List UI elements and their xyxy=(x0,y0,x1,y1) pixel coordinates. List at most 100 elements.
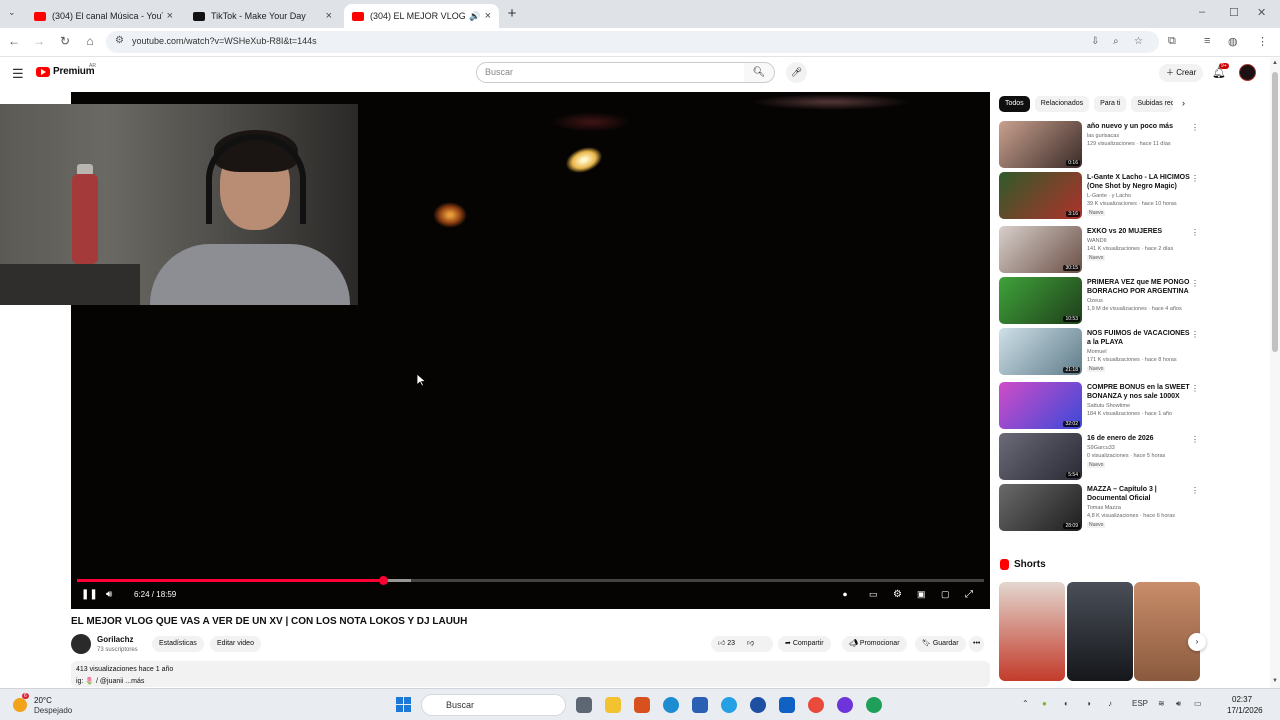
video-thumbnail[interactable]: 0:16 xyxy=(999,121,1082,168)
weather-sun-icon[interactable] xyxy=(13,698,27,712)
video-title[interactable]: año nuevo y un poco más xyxy=(1087,122,1191,131)
zoom-icon[interactable]: ⌕ xyxy=(1113,36,1119,47)
address-bar[interactable]: ⚙ youtube.com/watch?v=WSHeXub-R8I&t=144s… xyxy=(106,31,1159,53)
pause-icon[interactable]: ❚❚ xyxy=(81,589,98,600)
app-icon[interactable] xyxy=(866,697,882,713)
channel-name[interactable]: Tomas Mazza xyxy=(1087,505,1121,511)
more-options-icon[interactable]: ⋮ xyxy=(1191,435,1199,444)
tab-current-video[interactable]: (304) EL MEJOR VLOG QUE 🔊 × xyxy=(344,4,499,28)
video-title[interactable]: COMPRE BONUS en la SWEET BONANZA y nos s… xyxy=(1087,383,1191,401)
more-options-icon[interactable]: ⋮ xyxy=(1191,384,1199,393)
recommendation-item[interactable]: 30:15 EXKO vs 20 MUJERES WANDII 141 K visua… xyxy=(999,226,1204,274)
short-thumbnail[interactable] xyxy=(1067,582,1133,681)
scroll-down-icon[interactable]: ▼ xyxy=(1272,678,1278,684)
more-options-icon[interactable]: ⋮ xyxy=(1191,174,1199,183)
chip-subidas[interactable]: Subidas rec xyxy=(1131,96,1174,112)
chip-relacionados[interactable]: Relacionados xyxy=(1034,96,1090,112)
miniplayer-icon[interactable]: ▣ xyxy=(917,589,926,600)
channel-name[interactable]: Gorilachz xyxy=(97,635,133,644)
chevron-right-icon[interactable]: › xyxy=(1182,98,1185,108)
menu-icon[interactable]: ☰ xyxy=(12,66,24,82)
tab-tiktok[interactable]: TikTok - Make Your Day × xyxy=(185,4,340,28)
stats-button[interactable]: Estadísticas xyxy=(152,636,204,652)
media-control-icon[interactable]: ≡ xyxy=(1204,35,1210,47)
volume-tray-icon[interactable]: 🔊︎ xyxy=(1176,699,1181,709)
close-tab-icon[interactable]: × xyxy=(167,10,173,22)
back-icon[interactable]: ← xyxy=(6,34,22,48)
channel-name[interactable]: Momuel xyxy=(1087,349,1107,355)
task-view-icon[interactable] xyxy=(576,697,592,713)
theater-mode-icon[interactable]: ▢ xyxy=(941,589,950,600)
recommendation-item[interactable]: 0:16 año nuevo y un poco más las gurisacas… xyxy=(999,121,1204,169)
bookmark-star-icon[interactable]: ☆ xyxy=(1134,36,1143,47)
video-title[interactable]: PRIMERA VEZ que ME PONGO BORRACHO POR AR… xyxy=(1087,278,1191,296)
voice-search-button[interactable]: 🎤︎ xyxy=(786,62,807,83)
search-button[interactable]: 🔍︎ xyxy=(744,62,775,83)
save-button[interactable]: 🔖︎ Guardar xyxy=(915,636,966,652)
wifi-icon[interactable]: ≋ xyxy=(1158,699,1165,708)
video-title[interactable]: MAZZA – Capítulo 3 | Documental Oficial xyxy=(1087,485,1191,503)
channel-name[interactable]: las gurisacas xyxy=(1087,133,1119,139)
thumbs-down-icon[interactable]: 👎︎ xyxy=(747,640,754,647)
scroll-up-icon[interactable]: ▲ xyxy=(1272,60,1278,66)
forward-icon[interactable]: → xyxy=(31,34,47,48)
tray-overflow-icon[interactable]: ⌃ xyxy=(1022,699,1029,708)
subtitles-icon[interactable]: ▭ xyxy=(869,589,878,600)
volume-icon[interactable]: 🔊︎ xyxy=(106,589,112,600)
like-button[interactable]: 👍︎ 23 👎︎ xyxy=(711,636,773,652)
tab-youtube-music[interactable]: (304) El canal Música - YouTube × xyxy=(26,4,181,28)
channel-name[interactable]: WANDII xyxy=(1087,238,1107,244)
fullscreen-icon[interactable]: ⤢ xyxy=(965,589,973,600)
tray-app-icon[interactable]: ● xyxy=(1042,699,1047,708)
tab-search-icon[interactable]: ⌄ xyxy=(8,7,16,18)
install-icon[interactable]: ⇩ xyxy=(1091,36,1099,47)
channel-name[interactable]: L-Gante · y Lacho xyxy=(1087,193,1131,199)
new-tab-button[interactable]: + xyxy=(503,5,521,23)
account-avatar[interactable] xyxy=(1239,64,1256,81)
chip-todos[interactable]: Todos xyxy=(999,96,1030,112)
edge-icon[interactable] xyxy=(663,697,679,713)
video-thumbnail[interactable]: 30:15 xyxy=(999,226,1082,273)
tray-app-icon[interactable]: ◐ xyxy=(1064,699,1069,708)
recommendation-item[interactable]: 5:54 16 de enero de 2026 S9Garcu33 0 visual… xyxy=(999,433,1204,481)
short-thumbnail[interactable] xyxy=(1134,582,1200,681)
page-scrollbar[interactable]: ▲ ▼ xyxy=(1270,58,1280,688)
extensions-icon[interactable]: ⧉ xyxy=(1168,35,1176,48)
home-icon[interactable]: ⌂ xyxy=(82,34,98,48)
edit-video-button[interactable]: Editar video xyxy=(210,636,261,652)
channel-name[interactable]: S9Garcu33 xyxy=(1087,445,1115,451)
microphone-tray-icon[interactable]: ♪ xyxy=(1108,699,1112,708)
shorts-next-button[interactable]: › xyxy=(1188,633,1206,651)
close-tab-icon[interactable]: × xyxy=(326,10,332,22)
outlook-icon[interactable] xyxy=(779,697,795,713)
video-title[interactable]: NOS FUIMOS de VACACIONES a la PLAYA xyxy=(1087,329,1191,347)
speaker-icon[interactable]: 🔊 xyxy=(469,11,480,22)
copilot-icon[interactable] xyxy=(721,697,737,713)
channel-avatar[interactable] xyxy=(71,634,91,654)
maximize-icon[interactable]: ☐ xyxy=(1229,6,1239,19)
scrubber-handle[interactable] xyxy=(378,576,388,585)
file-explorer-icon[interactable] xyxy=(605,697,621,713)
more-options-icon[interactable]: ⋮ xyxy=(1191,279,1199,288)
app-icon[interactable] xyxy=(837,697,853,713)
browser-menu-icon[interactable]: ⋮ xyxy=(1257,35,1268,48)
short-thumbnail[interactable] xyxy=(999,582,1065,681)
clock-date[interactable]: 17/1/2026 xyxy=(1227,706,1263,715)
more-options-icon[interactable]: ⋮ xyxy=(1191,123,1199,132)
video-title[interactable]: L-Gante X Lacho - LA HICIMOS (One Shot b… xyxy=(1087,173,1191,191)
reload-icon[interactable]: ↻ xyxy=(57,34,73,48)
profile-icon[interactable]: ◍ xyxy=(1228,35,1238,48)
search-input[interactable]: Buscar xyxy=(476,62,745,83)
progress-bar[interactable] xyxy=(77,576,984,585)
minimize-icon[interactable]: – xyxy=(1199,6,1205,18)
language-indicator[interactable]: ESP xyxy=(1132,699,1148,708)
taskbar-search-input[interactable]: Buscar xyxy=(421,694,566,716)
chrome-icon[interactable] xyxy=(808,697,824,713)
autoplay-toggle-icon[interactable]: ⏺ xyxy=(843,590,847,600)
recommendation-item[interactable]: 21:18 NOS FUIMOS de VACACIONES a la PLAYA… xyxy=(999,328,1204,376)
video-thumbnail[interactable]: 28:09 xyxy=(999,484,1082,531)
chip-para-ti[interactable]: Para ti xyxy=(1094,96,1127,112)
site-info-icon[interactable]: ⚙ xyxy=(115,35,124,46)
close-window-icon[interactable]: ✕ xyxy=(1257,6,1266,19)
recommendation-item[interactable]: 32:02 COMPRE BONUS en la SWEET BONANZA y … xyxy=(999,382,1204,430)
